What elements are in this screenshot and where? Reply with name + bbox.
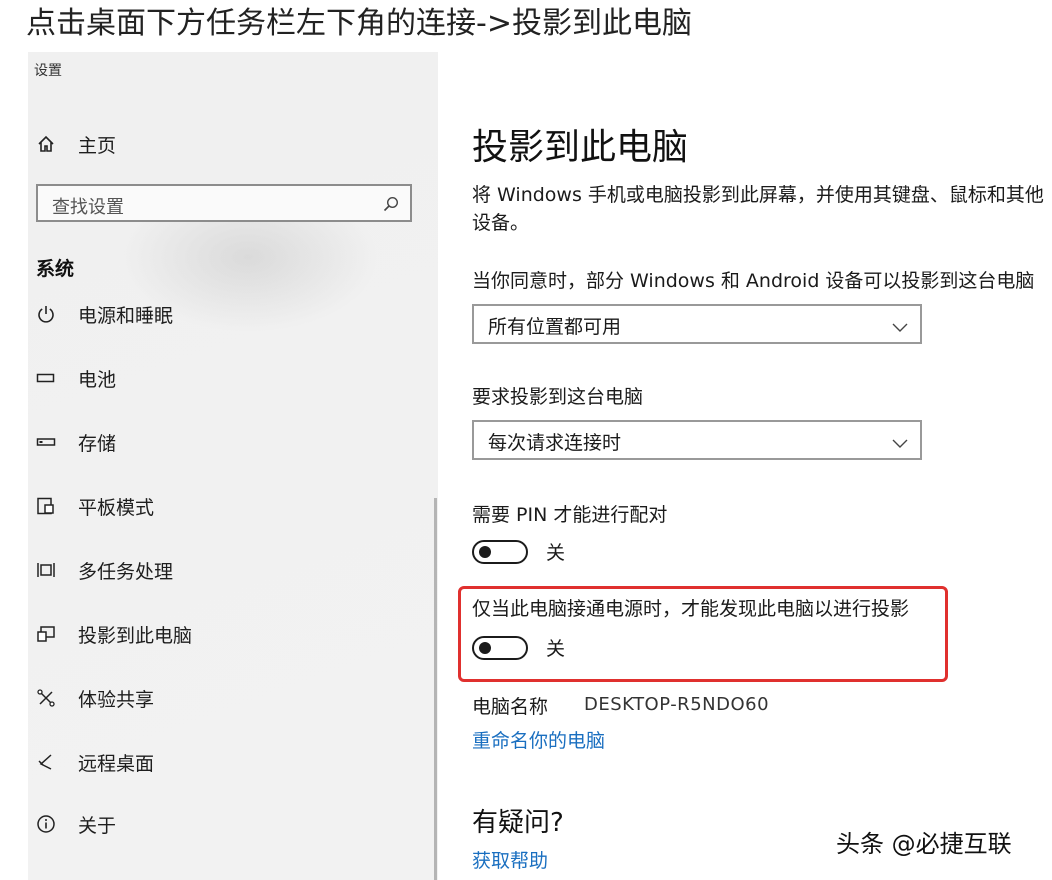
- plugged-in-toggle[interactable]: [472, 636, 528, 660]
- ask-to-project-value: 每次请求连接时: [488, 432, 622, 454]
- sidebar-item-tablet-mode[interactable]: 平板模式: [36, 490, 154, 522]
- sidebar: 设置 主页 查找设置 系统 电源和睡眠 电池 存储 平板模式 多任务处理 投影到…: [28, 52, 438, 880]
- sidebar-item-label: 远程桌面: [78, 752, 155, 775]
- search-input[interactable]: 查找设置: [36, 184, 412, 222]
- sidebar-item-label: 多任务处理: [78, 560, 174, 583]
- shared-experience-icon: [36, 688, 56, 708]
- storage-icon: [36, 432, 56, 452]
- battery-icon: [36, 368, 56, 388]
- require-pin-state: 关: [546, 542, 566, 564]
- project-icon: [36, 624, 56, 644]
- availability-value: 所有位置都可用: [488, 316, 622, 338]
- page-description: 将 Windows 手机或电脑投影到此屏幕，并使用其键盘、鼠标和其他: [472, 184, 1044, 206]
- sidebar-item-label: 投影到此电脑: [78, 624, 193, 647]
- page-description-cont: 设备。: [472, 212, 530, 234]
- sidebar-item-label: 电池: [78, 368, 117, 391]
- sidebar-item-label: 体验共享: [78, 688, 155, 711]
- section-label-system: 系统: [36, 258, 75, 280]
- ask-to-project-dropdown[interactable]: 每次请求连接时: [472, 420, 922, 460]
- home-icon: [36, 134, 56, 154]
- require-pin-toggle[interactable]: [472, 540, 528, 564]
- toggle-knob: [479, 546, 491, 558]
- settings-window: 设置 主页 查找设置 系统 电源和睡眠 电池 存储 平板模式 多任务处理 投影到…: [28, 52, 1052, 880]
- sidebar-item-home[interactable]: 主页: [36, 128, 116, 160]
- sidebar-item-shared-experience[interactable]: 体验共享: [36, 682, 154, 714]
- tutorial-caption: 点击桌面下方任务栏左下角的连接->投影到此电脑: [26, 6, 692, 41]
- get-help-link[interactable]: 获取帮助: [472, 846, 548, 873]
- sidebar-item-about[interactable]: 关于: [36, 808, 116, 840]
- require-pin-label: 需要 PIN 才能进行配对: [472, 504, 668, 526]
- pc-name-value: DESKTOP-R5NDO60: [584, 694, 770, 715]
- sidebar-item-label: 平板模式: [78, 496, 155, 519]
- sidebar-item-power-sleep[interactable]: 电源和睡眠: [36, 298, 173, 330]
- search-placeholder: 查找设置: [52, 197, 124, 218]
- questions-heading: 有疑问?: [472, 808, 564, 838]
- sidebar-item-label: 主页: [78, 134, 117, 157]
- sidebar-item-label: 电源和睡眠: [78, 304, 174, 327]
- tablet-mode-icon: [36, 496, 56, 516]
- ask-to-project-label: 要求投影到这台电脑: [472, 386, 644, 408]
- sidebar-item-project-to-pc[interactable]: 投影到此电脑: [36, 618, 192, 650]
- sidebar-scrollbar[interactable]: [434, 498, 437, 880]
- main-content: 投影到此电脑 将 Windows 手机或电脑投影到此屏幕，并使用其键盘、鼠标和其…: [458, 52, 1052, 880]
- sidebar-item-label: 关于: [78, 814, 117, 837]
- sidebar-item-label: 存储: [78, 432, 117, 455]
- sidebar-item-storage[interactable]: 存储: [36, 426, 116, 458]
- page-title: 投影到此电脑: [472, 127, 689, 168]
- search-icon[interactable]: [382, 195, 400, 213]
- sidebar-item-remote-desktop[interactable]: 远程桌面: [36, 746, 154, 778]
- chevron-down-icon: [892, 318, 908, 332]
- plugged-in-state: 关: [546, 638, 566, 660]
- availability-label: 当你同意时，部分 Windows 和 Android 设备可以投影到这台电脑: [472, 270, 1035, 292]
- watermark: 头条 @必捷互联: [836, 830, 1012, 858]
- chevron-down-icon: [892, 434, 908, 448]
- rename-pc-link[interactable]: 重命名你的电脑: [472, 726, 605, 753]
- sidebar-item-multitasking[interactable]: 多任务处理: [36, 554, 173, 586]
- toggle-knob: [479, 642, 491, 654]
- sidebar-item-battery[interactable]: 电池: [36, 362, 116, 394]
- multitasking-icon: [36, 560, 56, 580]
- pc-name-label: 电脑名称: [472, 696, 549, 718]
- window-title: 设置: [34, 63, 62, 79]
- availability-dropdown[interactable]: 所有位置都可用: [472, 304, 922, 344]
- power-icon: [36, 304, 56, 324]
- remote-desktop-icon: [36, 752, 56, 772]
- info-icon: [36, 814, 56, 834]
- plugged-in-label: 仅当此电脑接通电源时，才能发现此电脑以进行投影: [472, 598, 910, 620]
